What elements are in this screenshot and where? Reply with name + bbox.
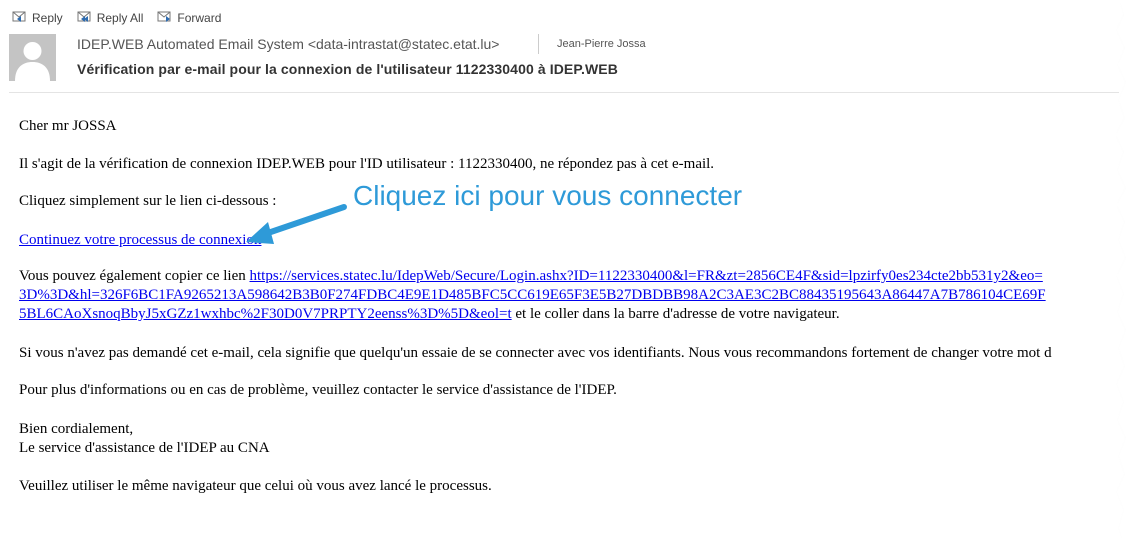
reply-label: Reply [32,11,63,25]
person-icon [9,34,56,81]
header-separator [9,92,1119,93]
login-url-link-part2[interactable]: 3D%3D&hl=326F6BC1FA9265213A598642B3B0F27… [19,287,1046,303]
copy-prefix-text: Vous pouvez également copier ce lien [19,268,250,284]
forward-icon [157,10,173,27]
header-divider [538,34,539,54]
reply-all-label: Reply All [96,11,144,25]
login-url-link-part3[interactable]: 5BL6CAoXsnoqBbyJ5xGZz1wxhbc%2F30D0V7PRPT… [19,306,512,322]
sender-field[interactable]: IDEP.WEB Automated Email System <data-in… [77,36,499,52]
browser-note-text: Veuillez utiliser le même navigateur que… [19,478,492,494]
click-instruction-text: Cliquez simplement sur le lien ci-dessou… [19,193,277,209]
mail-toolbar: Reply Reply All Forward [12,9,221,27]
email-subject: Vérification par e-mail pour la connexio… [77,61,618,77]
verification-text: Il s'agit de la vérification de connexio… [19,156,715,172]
warning-text: Si vous n'avez pas demandé cet e-mail, c… [19,345,1052,361]
torn-edge-decoration [1116,0,1142,538]
copy-suffix-text: et le coller dans la barre d'adresse de … [511,306,840,322]
annotation-callout: Cliquez ici pour vous connecter [353,180,743,211]
forward-label: Forward [177,11,222,25]
continue-login-link[interactable]: Continuez votre processus de connexion [19,232,261,248]
login-url-link-part1[interactable]: https://services.statec.lu/IdepWeb/Secur… [249,268,1042,284]
support-text: Pour plus d'informations ou en cas de pr… [19,382,617,398]
closing-text: Bien cordialement, [19,421,134,437]
reply-all-icon [77,10,93,27]
signature-text: Le service d'assistance de l'IDEP au CNA [19,440,270,456]
forward-button[interactable]: Forward [157,10,221,27]
sender-avatar [9,34,56,81]
greeting-text: Cher mr JOSSA [19,118,117,134]
reply-all-button[interactable]: Reply All [77,10,144,27]
reply-button[interactable]: Reply [12,10,63,27]
reply-icon [12,10,28,27]
recipient-field[interactable]: Jean-Pierre Jossa [557,38,646,50]
copy-link-paragraph: Vous pouvez également copier ce lien htt… [19,267,1124,324]
